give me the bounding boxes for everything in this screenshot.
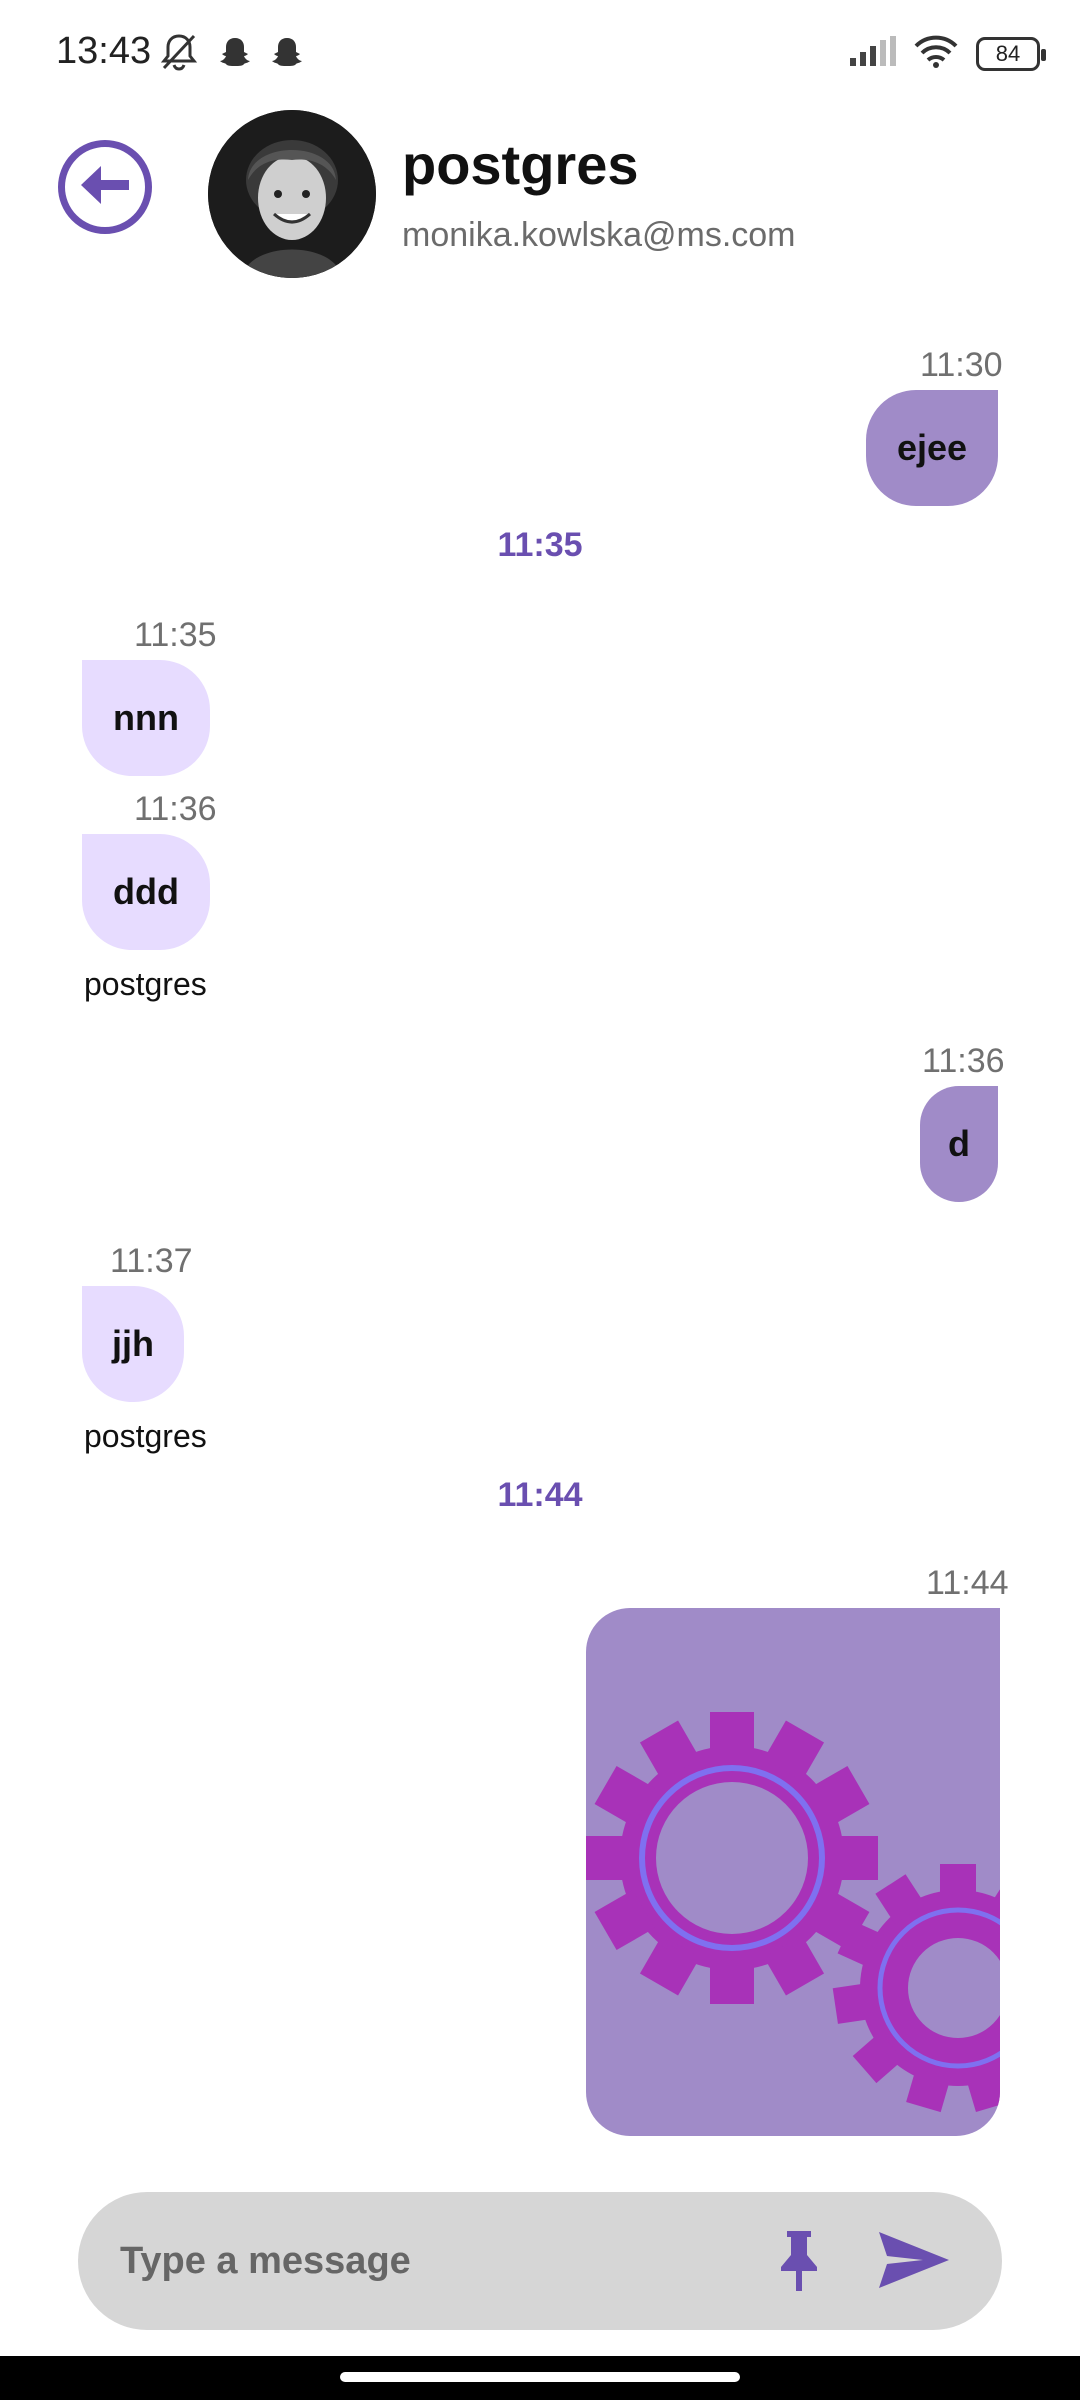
status-time: 13:43 xyxy=(56,30,152,72)
message-time: 11:36 xyxy=(922,1042,1005,1080)
message-time: 11:37 xyxy=(110,1242,193,1280)
message-input[interactable] xyxy=(120,2192,760,2330)
snapchat-icon xyxy=(218,35,252,74)
message-text: ddd xyxy=(113,871,179,912)
message-bubble-outgoing[interactable]: ejee xyxy=(866,390,998,506)
status-icons-right: 84 xyxy=(848,34,1046,73)
avatar[interactable] xyxy=(208,110,376,278)
attach-button[interactable] xyxy=(764,2224,834,2300)
message-time: 11:30 xyxy=(920,346,1003,384)
contact-email: monika.kowlska@ms.com xyxy=(402,216,796,254)
time-separator: 11:44 xyxy=(497,1476,583,1514)
message-time: 11:44 xyxy=(926,1564,1009,1602)
navigation-bar xyxy=(0,2356,1080,2400)
send-button[interactable] xyxy=(872,2226,956,2298)
send-icon xyxy=(877,2228,951,2297)
message-text: ejee xyxy=(896,427,968,468)
mute-alarm-icon xyxy=(158,32,200,77)
message-text: jjh xyxy=(112,1323,154,1364)
message-text: nnn xyxy=(113,697,179,738)
message-bubble-incoming[interactable]: nnn xyxy=(82,660,210,776)
time-separator: 11:35 xyxy=(497,526,583,564)
message-time: 11:36 xyxy=(134,790,217,828)
status-icons-left xyxy=(158,32,304,77)
snapchat-icon xyxy=(270,35,304,74)
message-input-bar xyxy=(78,2192,1002,2330)
wifi-icon xyxy=(914,34,958,73)
battery-level: 84 xyxy=(995,40,1021,66)
message-text: d xyxy=(948,1123,970,1164)
message-time: 11:35 xyxy=(134,616,217,654)
message-sender: postgres xyxy=(84,1418,207,1454)
message-bubble-outgoing[interactable]: d xyxy=(920,1086,998,1202)
contact-name: postgres xyxy=(402,133,639,196)
chat-header: postgres monika.kowlska@ms.com xyxy=(0,110,1080,285)
message-sender: postgres xyxy=(84,966,207,1002)
gears-image xyxy=(586,1712,1000,2136)
message-bubble-image[interactable] xyxy=(586,1608,1000,2136)
arrow-left-circle-icon xyxy=(75,162,135,213)
message-bubble-incoming[interactable]: ddd xyxy=(82,834,210,950)
back-button[interactable] xyxy=(58,140,152,234)
battery-icon: 84 xyxy=(976,36,1046,71)
status-bar: 13:43 84 xyxy=(0,0,1080,110)
message-bubble-incoming[interactable]: jjh xyxy=(82,1286,184,1402)
pin-icon xyxy=(775,2227,823,2298)
signal-icon xyxy=(848,36,896,71)
home-indicator[interactable] xyxy=(340,2372,740,2382)
